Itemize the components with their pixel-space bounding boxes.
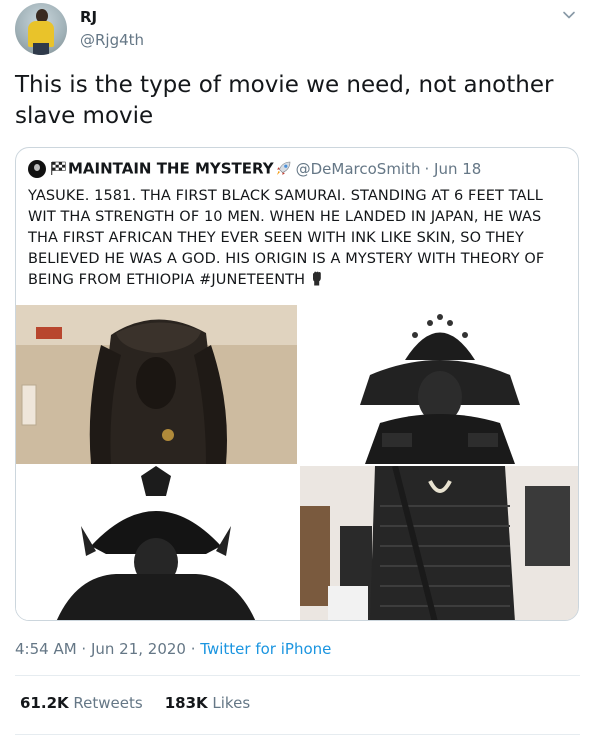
quoted-author-handle[interactable]: @DeMarcoSmith [296, 160, 421, 178]
chevron-down-icon[interactable] [562, 8, 576, 22]
retweets-count: 61.2K [20, 694, 69, 712]
samurai-photo-3[interactable] [16, 466, 297, 620]
divider [15, 734, 580, 735]
meta-separator: · [76, 640, 91, 658]
meta-separator: · [185, 640, 201, 658]
likes-label: Likes [207, 694, 251, 712]
retweets-label: Retweets [68, 694, 143, 712]
raised-fist-icon [312, 271, 321, 286]
samurai-photo-2[interactable] [300, 305, 578, 464]
divider [15, 675, 580, 676]
quoted-date[interactable]: · Jun 18 [425, 160, 482, 178]
tweet-time[interactable]: 4:54 AM [15, 640, 77, 658]
tweet-stats: 61.2K Retweets 183K Likes [20, 694, 250, 712]
rocket-icon [276, 161, 290, 175]
avatar[interactable] [15, 3, 67, 55]
tweet-text: This is the type of movie we need, not a… [15, 72, 554, 129]
tweet-meta: 4:54 AM · Jun 21, 2020 · Twitter for iPh… [15, 640, 331, 658]
samurai-photo-4[interactable] [300, 466, 578, 620]
quoted-header: MAINTAIN THE MYSTERY @DeMarcoSmith · Jun … [28, 158, 568, 178]
checkered-flag-icon [51, 161, 66, 175]
author-name[interactable]: RJ [80, 8, 97, 26]
quoted-tweet[interactable]: MAINTAIN THE MYSTERY @DeMarcoSmith · Jun … [15, 147, 579, 621]
author-handle[interactable]: @Rjg4th [80, 31, 144, 49]
likes-count: 183K [164, 694, 208, 712]
quoted-text: YASUKE. 1581. THA FIRST BLACK SAMURAI. S… [28, 186, 573, 291]
tweet-source-link[interactable]: Twitter for iPhone [200, 640, 331, 658]
retweets-stat[interactable]: 61.2K Retweets [20, 694, 143, 712]
likes-stat[interactable]: 183K Likes [165, 694, 250, 712]
tweet-date[interactable]: Jun 21, 2020 [91, 640, 186, 658]
tweet: RJ @Rjg4th This is the type of movie we … [0, 0, 595, 738]
quoted-text-body: YASUKE. 1581. THA FIRST BLACK SAMURAI. S… [28, 188, 545, 288]
samurai-photo-1[interactable] [16, 305, 297, 464]
quoted-avatar[interactable] [28, 159, 46, 178]
quoted-author-name[interactable]: MAINTAIN THE MYSTERY [68, 160, 274, 178]
